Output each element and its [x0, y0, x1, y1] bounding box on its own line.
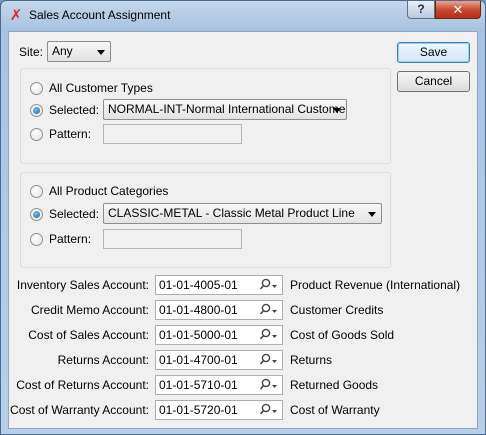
account-number-value: 01-01-4005-01	[159, 278, 238, 292]
close-button[interactable]: ✕	[435, 1, 481, 19]
product-category-pattern-radio[interactable]	[30, 233, 43, 246]
search-lookup-icon[interactable]	[259, 403, 279, 417]
chevron-down-icon	[368, 212, 376, 217]
account-number-value: 01-01-5720-01	[159, 403, 238, 417]
customer-type-select-value: NORMAL-INT-Normal International Customer…	[108, 102, 347, 116]
site-label: Site:	[19, 45, 44, 59]
save-button[interactable]: Save	[397, 42, 470, 63]
customer-type-pattern-radio[interactable]	[30, 128, 43, 141]
dialog-window: ✗ Sales Account Assignment ? ✕ Site: Any…	[0, 0, 486, 435]
account-description: Customer Credits	[290, 303, 384, 317]
cancel-button[interactable]: Cancel	[397, 71, 470, 92]
search-lookup-icon[interactable]	[259, 328, 279, 342]
account-number-input[interactable]: 01-01-5720-01	[155, 400, 283, 420]
all-customer-types-radio[interactable]	[30, 82, 43, 95]
account-description: Returned Goods	[290, 378, 379, 392]
account-description: Returns	[290, 353, 333, 367]
selected-customer-type-label[interactable]: Selected:	[49, 103, 99, 117]
account-number-input[interactable]: 01-01-4800-01	[155, 300, 283, 320]
product-category-group: All Product Categories Selected: CLASSIC…	[20, 172, 391, 268]
product-category-pattern-input[interactable]	[103, 229, 242, 249]
help-button[interactable]: ?	[407, 1, 435, 19]
search-lookup-icon[interactable]	[259, 353, 279, 367]
selected-product-category-label[interactable]: Selected:	[49, 207, 99, 221]
account-description: Cost of Goods Sold	[290, 328, 395, 342]
account-number-value: 01-01-5710-01	[159, 378, 238, 392]
account-label: Inventory Sales Account:	[16, 278, 149, 292]
title-bar[interactable]: ✗ Sales Account Assignment ? ✕	[1, 1, 485, 29]
account-number-value: 01-01-4800-01	[159, 303, 238, 317]
customer-type-group: All Customer Types Selected: NORMAL-INT-…	[20, 68, 391, 164]
account-description: Product Revenue (International)	[290, 278, 461, 292]
dialog-body: Site: Any Save Cancel All Customer Types…	[8, 31, 478, 429]
chevron-down-icon	[97, 50, 105, 55]
account-number-input[interactable]: 01-01-4005-01	[155, 275, 283, 295]
account-number-input[interactable]: 01-01-5710-01	[155, 375, 283, 395]
account-number-input[interactable]: 01-01-5000-01	[155, 325, 283, 345]
site-select-value: Any	[52, 44, 73, 58]
account-number-value: 01-01-4700-01	[159, 353, 238, 367]
app-logo-icon: ✗	[9, 6, 23, 24]
account-label: Cost of Returns Account:	[16, 378, 149, 392]
window-title: Sales Account Assignment	[29, 8, 171, 22]
selected-product-category-radio[interactable]	[30, 208, 43, 221]
account-label: Cost of Sales Account:	[28, 328, 149, 342]
search-lookup-icon[interactable]	[259, 378, 279, 392]
site-select[interactable]: Any	[47, 41, 111, 62]
all-customer-types-label[interactable]: All Customer Types	[49, 81, 153, 95]
customer-type-select[interactable]: NORMAL-INT-Normal International Customer…	[103, 99, 347, 120]
account-label: Credit Memo Account:	[30, 303, 149, 317]
account-label: Returns Account:	[57, 353, 149, 367]
account-number-input[interactable]: 01-01-4700-01	[155, 350, 283, 370]
selected-customer-type-radio[interactable]	[30, 104, 43, 117]
search-lookup-icon[interactable]	[259, 278, 279, 292]
account-description: Cost of Warranty	[290, 403, 380, 417]
product-category-select[interactable]: CLASSIC-METAL - Classic Metal Product Li…	[103, 203, 382, 224]
all-product-categories-radio[interactable]	[30, 185, 43, 198]
customer-type-pattern-label[interactable]: Pattern:	[49, 127, 91, 141]
search-lookup-icon[interactable]	[259, 303, 279, 317]
all-product-categories-label[interactable]: All Product Categories	[49, 184, 168, 198]
account-label: Cost of Warranty Account:	[10, 403, 149, 417]
chevron-down-icon	[333, 108, 341, 113]
product-category-pattern-label[interactable]: Pattern:	[49, 232, 91, 246]
account-number-value: 01-01-5000-01	[159, 328, 238, 342]
customer-type-pattern-input[interactable]	[103, 124, 242, 144]
product-category-select-value: CLASSIC-METAL - Classic Metal Product Li…	[108, 206, 355, 220]
